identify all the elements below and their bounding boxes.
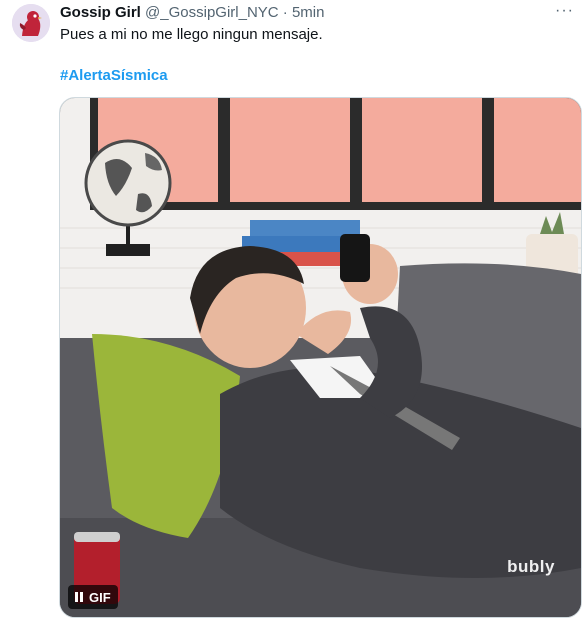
tweet-text: Pues a mi no me llego ningun mensaje. — [60, 26, 323, 43]
hashtag-link[interactable]: #AlertaSísmica — [60, 67, 168, 84]
tweet-header: Gossip Girl @_GossipGirl_NYC · 5min — [60, 4, 324, 22]
gif-frame-illustration — [60, 98, 581, 617]
more-options-icon[interactable]: ··· — [555, 2, 574, 20]
avatar[interactable] — [12, 4, 50, 42]
avatar-image — [12, 4, 50, 42]
gif-badge[interactable]: GIF — [68, 585, 118, 609]
brand-watermark: bubly — [507, 557, 555, 576]
timestamp[interactable]: 5min — [292, 4, 325, 21]
pause-icon[interactable] — [75, 592, 83, 602]
author-name[interactable]: Gossip Girl — [60, 4, 141, 21]
separator-dot: · — [282, 4, 288, 21]
gif-label: GIF — [89, 589, 111, 605]
author-handle[interactable]: @_GossipGirl_NYC — [145, 4, 279, 21]
gif-media[interactable]: GIF bubly — [59, 97, 582, 618]
